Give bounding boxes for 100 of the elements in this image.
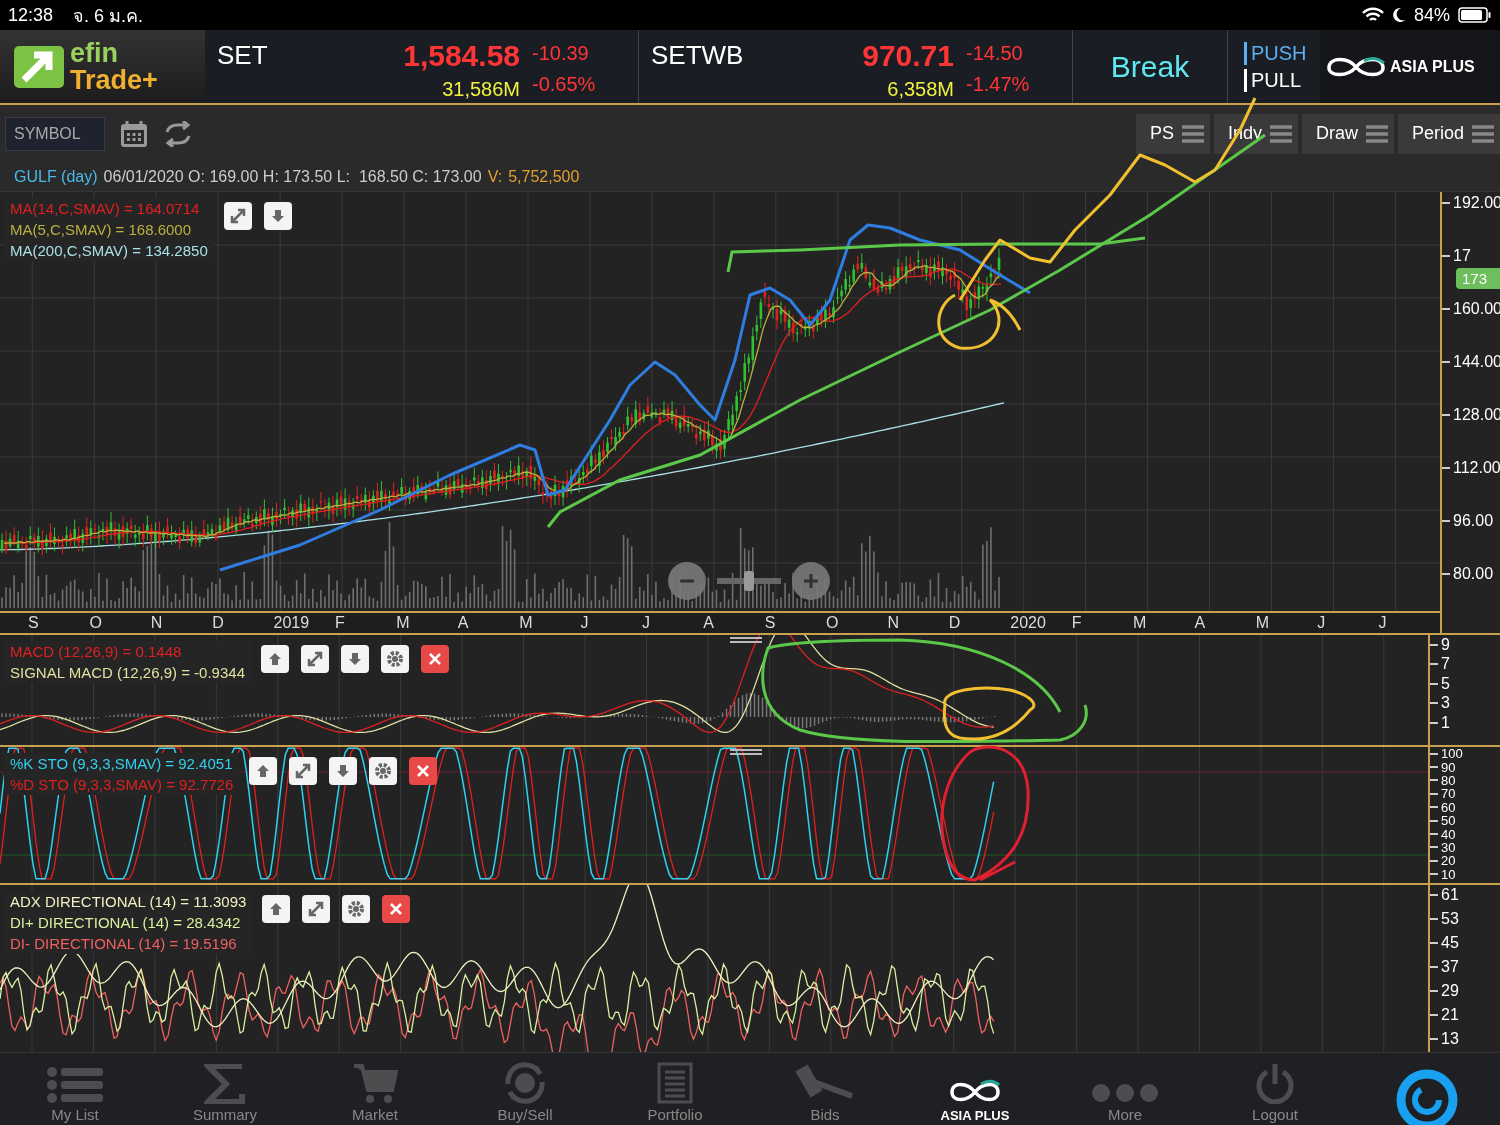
gear-icon (384, 649, 405, 669)
sigma-icon (204, 1064, 246, 1104)
infinity-logo-icon (1324, 54, 1388, 79)
expand-icon (307, 900, 326, 918)
battery-percent: 84% (1413, 4, 1450, 26)
axis-label: 13 (1441, 1030, 1459, 1048)
move-up-button[interactable] (249, 757, 278, 785)
close-icon (390, 903, 403, 915)
close-button[interactable] (409, 757, 438, 785)
cart-icon (352, 1062, 398, 1104)
move-up-button[interactable] (262, 895, 291, 923)
move-down-button[interactable] (263, 202, 292, 230)
axis-label: 1 (1441, 713, 1450, 732)
axis-label: 9 (1441, 635, 1450, 654)
axis-label: 21 (1441, 1006, 1459, 1024)
zoom-out-button[interactable] (668, 562, 706, 600)
axis-label: J (580, 614, 589, 631)
settings-button[interactable] (369, 757, 398, 785)
axis-label: 2020 (1010, 614, 1046, 631)
axis-label: 50 (1441, 814, 1456, 828)
index-percent: -0.65% (532, 72, 597, 96)
nav-tab[interactable]: Market (300, 1053, 450, 1125)
nav-tab[interactable]: More (1050, 1053, 1200, 1125)
move-down-button[interactable] (329, 757, 358, 785)
arrow-up-icon (270, 903, 283, 915)
settings-button[interactable] (342, 895, 371, 923)
toolbar-button[interactable]: Period (1397, 113, 1500, 154)
nav-tab[interactable]: Bids (750, 1053, 900, 1125)
expand-button[interactable] (223, 202, 252, 230)
close-icon (428, 653, 441, 665)
axis-label: 2019 (273, 614, 310, 631)
move-down-button[interactable] (340, 645, 369, 673)
legend-text: SIGNAL MACD (12,26,9) = -0.9344 (10, 664, 245, 681)
minus-icon (680, 579, 694, 583)
axis-label: 53 (1441, 910, 1459, 928)
ring-logo-icon[interactable] (1394, 1067, 1460, 1125)
axis-label: J (1317, 614, 1326, 631)
list-icon (46, 1066, 104, 1104)
calendar-icon[interactable] (119, 118, 149, 149)
symbol-field[interactable]: SYMBOL (5, 116, 105, 151)
axis-label: 20 (1441, 854, 1456, 868)
nav-tab[interactable]: Buy/Sell (450, 1053, 600, 1125)
axis-label: A (703, 614, 714, 631)
index-panel[interactable]: SET 1,584.58 31,586M -10.39 -0.65% (205, 30, 639, 103)
nav-tab[interactable]: My List (0, 1053, 150, 1125)
axis-label: 80.00 (1453, 564, 1494, 583)
axis-label: 37 (1441, 958, 1459, 976)
axis-label: 40 (1441, 827, 1456, 841)
quote-text: V: (487, 167, 503, 186)
axis-label: 61 (1441, 886, 1459, 904)
refresh-icon[interactable] (163, 120, 193, 147)
toolbar-button[interactable]: PS (1135, 113, 1210, 154)
expand-button[interactable] (302, 895, 331, 923)
index-panel[interactable]: SETWB 970.71 6,358M -14.50 -1.47% (639, 30, 1073, 103)
resize-handle-icon[interactable] (730, 636, 762, 644)
close-button[interactable] (420, 645, 449, 673)
axis-label: 30 (1441, 840, 1456, 854)
index-change: -10.39 (532, 41, 590, 65)
expand-button[interactable] (289, 757, 318, 785)
axis-label: 90 (1441, 760, 1456, 774)
axis-label: 80 (1441, 773, 1456, 787)
nav-tab[interactable]: Summary (150, 1053, 300, 1125)
legend-text: ADX DIRECTIONAL (14) = 11.3093 (10, 893, 247, 910)
axis-label: J (1378, 614, 1387, 631)
axis-label: N (150, 614, 163, 631)
axis-label: 17 (1453, 246, 1471, 265)
index-volume: 31,586M (442, 78, 520, 101)
nav-tab[interactable]: Logout (1200, 1053, 1350, 1125)
axis-label: S (764, 614, 776, 631)
legend-text: MA(200,C,SMAV) = 134.2850 (10, 242, 208, 259)
close-button[interactable] (382, 895, 411, 923)
battery-icon (1458, 7, 1492, 23)
axis-label: S (28, 614, 39, 631)
legend-text: DI- DIRECTIONAL (14) = 19.5196 (10, 935, 238, 952)
axis-label: 7 (1441, 655, 1450, 674)
push-button[interactable]: PUSH (1244, 41, 1307, 65)
expand-icon (294, 762, 313, 780)
close-icon (417, 765, 430, 777)
expand-button[interactable] (300, 645, 329, 673)
arrow-down-icon (337, 765, 350, 777)
zoom-in-button[interactable] (792, 562, 830, 600)
nav-tab[interactable]: ASIA PLUS (900, 1053, 1050, 1125)
arrow-up-icon (268, 653, 281, 665)
status-time: 12:38 (8, 4, 54, 26)
pull-button[interactable]: PULL (1244, 68, 1302, 92)
price-tag: 173 (1456, 268, 1500, 289)
resize-handle-icon[interactable] (730, 748, 762, 756)
nav-tab[interactable]: Portfolio (600, 1053, 750, 1125)
axis-label: 70 (1441, 787, 1456, 801)
axis-label: F (1071, 614, 1082, 631)
arrow-down-icon (348, 653, 361, 665)
break-button[interactable]: Break (1073, 30, 1228, 103)
arrow-logo-icon (12, 43, 66, 90)
legend-text: MA(5,C,SMAV) = 168.6000 (10, 221, 193, 238)
axis-label: 96.00 (1453, 511, 1494, 530)
move-up-button[interactable] (260, 645, 289, 673)
legend-text: MA(14,C,SMAV) = 164.0714 (10, 200, 201, 217)
expand-icon (228, 207, 247, 225)
toolbar-button[interactable]: Draw (1301, 113, 1394, 154)
settings-button[interactable] (380, 645, 409, 673)
